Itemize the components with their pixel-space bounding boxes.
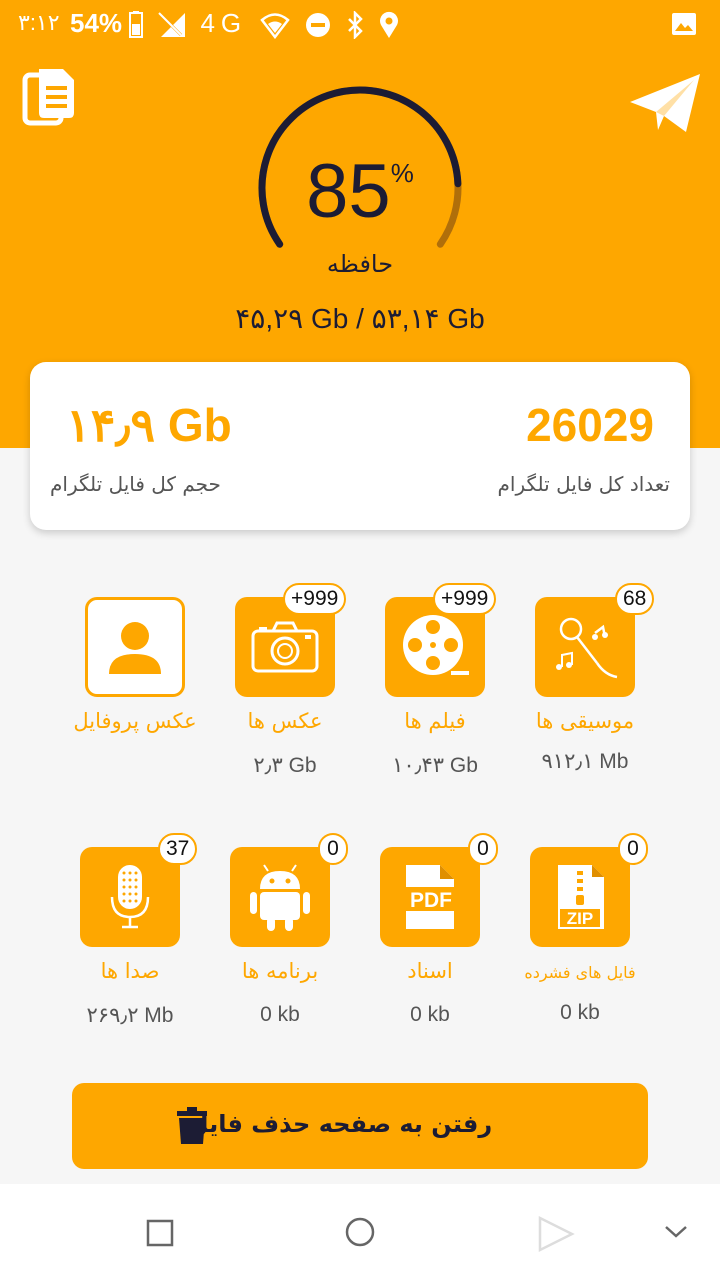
category-size: 0 kb [260, 1003, 300, 1026]
telegram-button[interactable] [628, 72, 702, 134]
zip-label: ZIP [567, 909, 593, 928]
back-icon[interactable] [536, 1214, 576, 1254]
category-tile[interactable] [535, 597, 635, 697]
pdf-file-icon: PDF [402, 865, 460, 929]
battery-percent: 54% [70, 8, 123, 38]
category-archives[interactable]: ZIP 0 فایل های فشرده 0 kb [500, 833, 660, 1047]
recents-icon[interactable] [145, 1218, 175, 1248]
category-size: ۲٫۳ Gb [253, 754, 317, 777]
pdf-label: PDF [410, 889, 452, 912]
memory-percent-value: 85 [306, 149, 391, 234]
status-time: ۳:۱۲ [18, 10, 60, 35]
category-tile[interactable]: PDF [380, 847, 480, 947]
category-badge: 0 [468, 833, 498, 865]
category-voices[interactable]: 37 صدا ها ۲۶۹٫۲ Mb [50, 833, 210, 1047]
bluetooth-icon [347, 10, 363, 41]
zip-file-icon: ZIP [558, 865, 604, 929]
category-badge: 0 [318, 833, 348, 865]
category-apps[interactable]: 0 برنامه ها 0 kb [200, 833, 360, 1047]
category-tile[interactable]: ZIP [530, 847, 630, 947]
category-films[interactable]: +999 فیلم ها ۱۰٫۴۳ Gb [355, 583, 515, 797]
category-music[interactable]: 68 موسیقی ها ۹۱۲٫۱ Mb [505, 583, 665, 797]
delete-button-label: رفتن به صفحه حذف فایل [187, 1110, 493, 1138]
category-size: 0 kb [410, 1003, 450, 1026]
profile-icon [109, 622, 161, 674]
memory-percent: 85% [0, 148, 720, 235]
category-badge: 68 [615, 583, 655, 615]
total-count-label: تعداد کل فایل تلگرام [497, 472, 671, 496]
gallery-icon [672, 13, 696, 35]
go-to-delete-page-button[interactable]: رفتن به صفحه حذف فایل [72, 1083, 648, 1169]
collapse-icon[interactable] [664, 1224, 688, 1240]
paper-plane-icon [630, 74, 700, 132]
category-size: ۱۰٫۴۳ Gb [392, 754, 478, 777]
category-photos[interactable]: +999 عکس ها ۲٫۳ Gb [205, 583, 365, 797]
memory-label: حافظه [326, 250, 394, 278]
music-icon [556, 617, 618, 679]
category-size: ۲۶۹٫۲ Mb [86, 1004, 174, 1027]
status-bar: ۳:۱۲ 54% 4G [0, 0, 720, 50]
android-icon [250, 864, 310, 931]
total-size-value: ۱۴٫۹ Gb [66, 399, 232, 451]
category-documents[interactable]: PDF 0 اسناد 0 kb [350, 833, 510, 1047]
category-badge: +999 [433, 583, 497, 615]
no-sim-icon [158, 12, 186, 38]
category-badge: +999 [283, 583, 347, 615]
navigation-bar [0, 1184, 720, 1280]
category-badge: 0 [618, 833, 648, 865]
category-size: ۹۱۲٫۱ Mb [541, 750, 629, 773]
percent-symbol: % [390, 158, 414, 188]
category-name: عکس پروفایل [73, 709, 197, 733]
file-list-button[interactable] [22, 66, 78, 128]
category-tile[interactable] [85, 597, 185, 697]
total-size-label: حجم کل فایل تلگرام [50, 472, 221, 496]
documents-icon [22, 69, 74, 126]
network-type: 4G [200, 8, 248, 38]
battery-icon [129, 11, 143, 39]
category-badge: 37 [158, 833, 198, 865]
category-name: صدا ها [100, 959, 160, 983]
home-icon[interactable] [344, 1216, 376, 1248]
status-icons: 4G [128, 8, 400, 41]
category-size: 0 kb [560, 1001, 600, 1024]
summary-card: ۱۴٫۹ Gb حجم کل فایل تلگرام 26029 تعداد ک… [30, 362, 690, 530]
total-count-value: 26029 [526, 399, 654, 451]
location-icon [380, 12, 399, 39]
dnd-icon [305, 13, 330, 38]
category-profile-photos[interactable]: عکس پروفایل [55, 597, 215, 797]
memory-usage: ۴۵,۲۹ Gb / ۵۳,۱۴ Gb [235, 303, 485, 334]
wifi-icon [260, 13, 291, 40]
category-tile[interactable] [230, 847, 330, 947]
